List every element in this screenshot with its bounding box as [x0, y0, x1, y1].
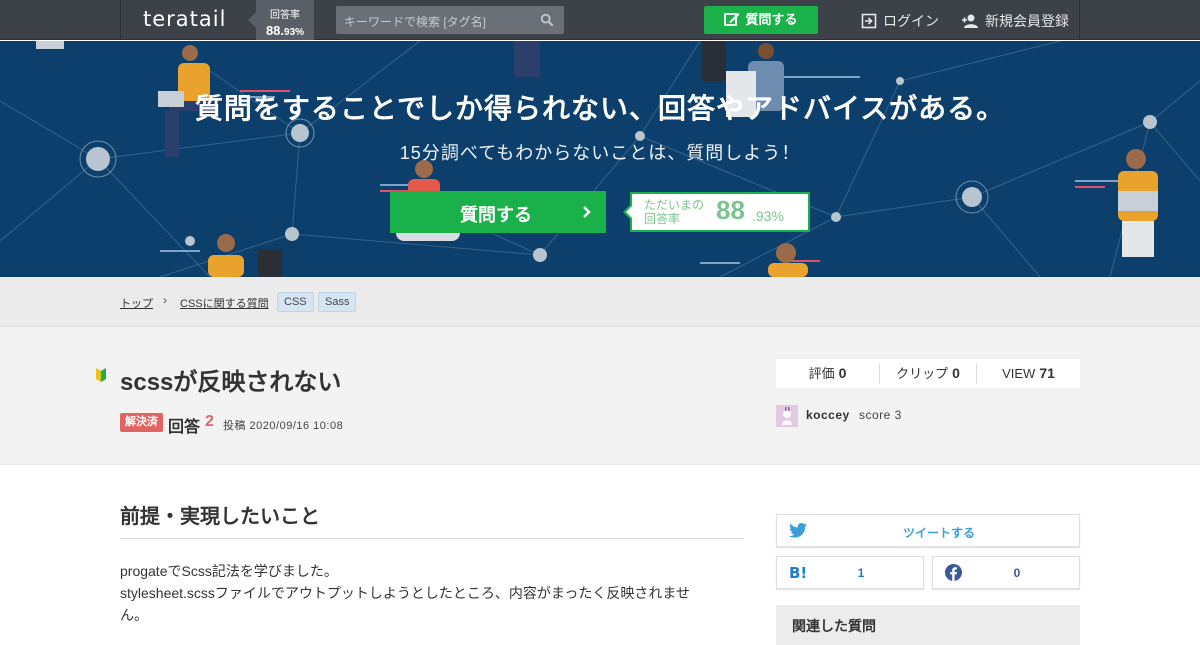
section-heading: 前提・実現したいこと	[120, 500, 744, 539]
login-label: ログイン	[883, 13, 939, 29]
question-header: scssが反映されない 解決済 回答 2 投稿 2020/09/16 10:08…	[0, 327, 1200, 465]
breadcrumb: トップ › CSSに関する質問 CSS Sass	[0, 277, 1200, 327]
status-badge: 解決済	[120, 413, 163, 432]
search-placeholder: キーワードで検索 [タグ名]	[344, 15, 487, 29]
header-inner: teratail 回答率 88.93% キーワードで検索 [タグ名] 質問する …	[120, 0, 1080, 40]
answer-rate-label: 回答率	[270, 10, 300, 21]
ask-question-button[interactable]: 質問する	[704, 6, 818, 34]
stat-view-value: 71	[1039, 365, 1055, 381]
ask-question-label: 質問する	[745, 12, 798, 27]
stat-rating: 評価 0	[776, 359, 879, 388]
beginner-mark-icon	[96, 368, 106, 382]
question-body: progateでScss記法を学びました。 stylesheet.scssファイ…	[120, 560, 730, 626]
stat-view-label: VIEW	[1002, 366, 1036, 381]
avatar[interactable]	[776, 405, 798, 427]
hatena-bookmark-button[interactable]: B! 1	[776, 556, 924, 589]
hero-rate-label-line1: ただいまの	[644, 198, 705, 212]
facebook-count: 0	[1013, 566, 1021, 580]
tweet-button[interactable]: ツイートする	[776, 514, 1080, 547]
signup-label: 新規会員登録	[985, 13, 1069, 29]
body-line: stylesheet.scssファイルでアウトプットしようとしたところ、内容がま…	[120, 585, 690, 601]
stat-clip[interactable]: クリップ 0	[880, 359, 976, 388]
body-line: ん。	[120, 607, 148, 623]
edit-icon	[724, 13, 740, 26]
breadcrumb-top[interactable]: トップ	[120, 295, 153, 311]
tag-css[interactable]: CSS	[277, 292, 314, 312]
search-icon[interactable]	[540, 13, 554, 27]
hero-rate-label-line2: 回答率	[644, 212, 681, 226]
posted-date: 投稿 2020/09/16 10:08	[223, 420, 344, 432]
hero-rate-dec: .93%	[752, 208, 784, 224]
hero-subtitle: 15分調べてもわからないことは、質問しよう！	[399, 143, 801, 163]
answers-count[interactable]: 2	[205, 413, 214, 431]
site-logo[interactable]: teratail	[143, 7, 226, 31]
question-title: scssが反映されない	[120, 369, 342, 396]
hero-banner: 質問をすることでしか得られない、回答やアドバイスがある。 15分調べてもわからな…	[0, 41, 1200, 277]
tweet-label: ツイートする	[902, 526, 975, 540]
hero-answer-rate: ただいまの 回答率 88 .93%	[623, 192, 810, 232]
hero-ask-label: 質問する	[460, 205, 532, 225]
hero-rate-int: 88	[716, 195, 745, 225]
breadcrumb-separator: ›	[163, 293, 167, 307]
facebook-share-button[interactable]: 0	[932, 556, 1080, 589]
related-questions-title: 関連した質問	[792, 618, 876, 634]
answers-label[interactable]: 回答	[168, 413, 200, 437]
user-name[interactable]: koccey	[806, 408, 850, 422]
login-link[interactable]: ログイン	[861, 11, 939, 31]
breadcrumb-css-questions[interactable]: CSSに関する質問	[180, 295, 269, 311]
user-score: score 3	[859, 408, 902, 422]
answer-rate-value: 88.93%	[256, 23, 314, 38]
hero-title: 質問をすることでしか得られない、回答やアドバイスがある。	[194, 93, 1006, 124]
chevron-right-icon	[583, 206, 591, 218]
answer-rate-dec: 93%	[284, 27, 305, 38]
signup-link[interactable]: 新規会員登録	[961, 11, 1069, 31]
answer-rate-int: 88.	[265, 23, 285, 38]
login-icon	[861, 13, 877, 29]
answer-rate-badge: 回答率 88.93%	[248, 0, 314, 40]
hatena-count: 1	[857, 566, 865, 580]
add-user-icon	[962, 14, 978, 28]
related-questions: 関連した質問	[776, 605, 1080, 645]
stat-clip-value: 0	[952, 365, 960, 381]
body-line: progateでScss記法を学びました。	[120, 563, 338, 579]
site-header: teratail 回答率 88.93% キーワードで検索 [タグ名] 質問する …	[0, 0, 1200, 40]
stat-rating-value: 0	[838, 365, 847, 381]
hero-rate-label: ただいまの 回答率	[644, 198, 714, 226]
stat-clip-label: クリップ	[896, 366, 949, 381]
stat-rating-label: 評価	[808, 366, 835, 381]
question-stats: 評価 0 クリップ 0 VIEW 71	[776, 359, 1080, 388]
user-avatar-icon	[782, 407, 792, 425]
hero-ask-button[interactable]: 質問する	[390, 191, 606, 233]
stat-view: VIEW 71	[977, 359, 1080, 388]
search-input[interactable]: キーワードで検索 [タグ名]	[336, 6, 564, 34]
tag-sass[interactable]: Sass	[318, 292, 357, 312]
